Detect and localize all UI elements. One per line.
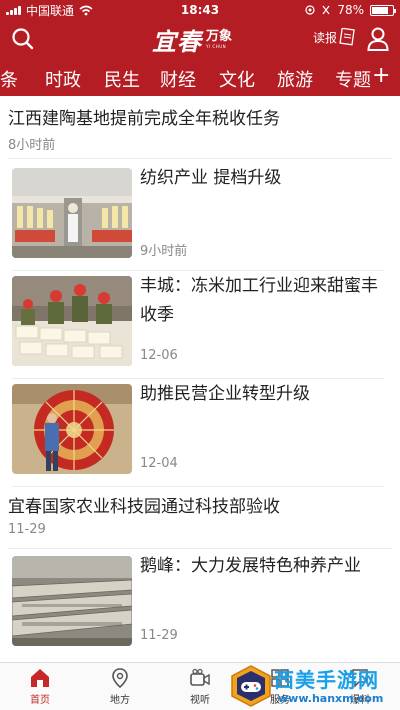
wifi-icon bbox=[79, 5, 93, 15]
clock: 18:43 bbox=[180, 3, 220, 17]
nav-home[interactable]: 首页 bbox=[10, 667, 70, 706]
red-machine-worker-image bbox=[12, 384, 132, 474]
news-item-card[interactable]: 助推民营企业转型升级 12-04 bbox=[0, 384, 400, 480]
news-date: 12-04 bbox=[140, 456, 178, 471]
news-item-card[interactable]: 丰城：冻米加工行业迎来甜蜜丰收季 12-06 bbox=[0, 276, 400, 372]
tab-livelihood[interactable]: 民生 bbox=[104, 66, 140, 92]
news-title: 丰城：冻米加工行业迎来甜蜜丰收季 bbox=[140, 276, 378, 325]
battery-percent: 78% bbox=[337, 3, 364, 17]
tab-travel[interactable]: 旅游 bbox=[277, 66, 313, 92]
status-left: 中国联通 bbox=[6, 2, 156, 19]
nav-media-label: 视听 bbox=[190, 695, 210, 706]
news-date: 11-29 bbox=[8, 522, 46, 537]
news-title: 宜春国家农业科技园通过科技部验收 bbox=[8, 497, 280, 517]
textile-factory-image bbox=[12, 168, 132, 258]
read-paper-button[interactable]: 读报 bbox=[313, 28, 355, 46]
signal-icon bbox=[6, 5, 21, 15]
nav-local[interactable]: 地方 bbox=[90, 667, 150, 706]
news-title: 纺织产业 提档升级 bbox=[140, 168, 282, 188]
channel-tabs: 头条 时政 民生 财经 文化 旅游 专题 + bbox=[0, 58, 400, 96]
watermark-title: 西美手游网 bbox=[274, 668, 379, 692]
status-right: 78% bbox=[244, 3, 396, 17]
news-item-text[interactable]: 江西建陶基地提前完成全年税收任务 8小时前 bbox=[0, 104, 400, 156]
tab-culture[interactable]: 文化 bbox=[219, 66, 255, 92]
rice-workers-image bbox=[12, 276, 132, 366]
news-item-card[interactable]: 鹅峰：大力发展特色种养产业 11-29 bbox=[0, 556, 400, 652]
tab-finance[interactable]: 财经 bbox=[160, 66, 196, 92]
logo-sub-text: 万象 bbox=[206, 28, 233, 44]
news-date: 9小时前 bbox=[140, 244, 188, 259]
app-screen: 中国联通 18:43 78% 宜春 万象 YI CHUN 读报 条 时政 民生 … bbox=[0, 0, 400, 710]
search-icon[interactable] bbox=[10, 26, 36, 52]
app-logo: 宜春 万象 YI CHUN bbox=[152, 23, 232, 56]
add-channel-button[interactable]: + bbox=[372, 63, 390, 88]
watermark-url: www.hanxm.com bbox=[278, 692, 384, 705]
divider bbox=[12, 486, 384, 487]
home-icon bbox=[31, 669, 49, 687]
silkworm-trays-image bbox=[12, 556, 132, 646]
read-paper-label: 读报 bbox=[313, 31, 338, 45]
news-title: 鹅峰：大力发展特色种养产业 bbox=[140, 556, 361, 576]
logo-main-text: 宜春 bbox=[152, 26, 202, 56]
news-date: 8小时前 bbox=[8, 138, 56, 153]
news-date: 11-29 bbox=[140, 628, 178, 643]
carrier-label: 中国联通 bbox=[26, 3, 75, 18]
location-arrow-icon bbox=[305, 5, 315, 15]
divider bbox=[12, 378, 384, 379]
status-bar: 中国联通 18:43 78% bbox=[0, 0, 400, 20]
logo-sub: 万象 YI CHUN bbox=[206, 30, 232, 49]
app-header: 宜春 万象 YI CHUN 读报 bbox=[0, 20, 400, 58]
newspaper-icon bbox=[339, 28, 355, 46]
nav-media[interactable]: 视听 bbox=[170, 667, 230, 706]
logo-sub-lettering: YI CHUN bbox=[206, 43, 227, 49]
news-feed: 江西建陶基地提前完成全年税收任务 8小时前 纺织产业 提档升级 9小时前 丰城：… bbox=[0, 96, 400, 662]
divider bbox=[12, 270, 384, 271]
nav-local-label: 地方 bbox=[110, 695, 130, 706]
alarm-icon bbox=[322, 5, 330, 15]
divider bbox=[8, 158, 392, 159]
battery-level bbox=[372, 6, 388, 14]
news-title: 助推民营企业转型升级 bbox=[140, 384, 310, 404]
news-title: 江西建陶基地提前完成全年税收任务 bbox=[8, 109, 280, 129]
site-watermark: 西美手游网 www.hanxm.com bbox=[228, 662, 398, 710]
gamepad-badge-icon bbox=[231, 665, 271, 707]
location-pin-icon bbox=[112, 668, 128, 689]
news-item-text[interactable]: 宜春国家农业科技园通过科技部验收 11-29 bbox=[0, 492, 400, 544]
tab-politics[interactable]: 时政 bbox=[45, 66, 81, 92]
tab-special[interactable]: 专题 bbox=[335, 66, 371, 92]
nav-home-label: 首页 bbox=[30, 695, 50, 706]
battery-icon bbox=[370, 4, 396, 16]
news-date: 12-06 bbox=[140, 348, 178, 363]
tab-headline[interactable]: 头条 bbox=[0, 66, 18, 92]
news-item-card[interactable]: 纺织产业 提档升级 9小时前 bbox=[0, 168, 400, 264]
video-camera-icon bbox=[190, 668, 210, 686]
user-icon[interactable] bbox=[366, 26, 390, 52]
divider bbox=[8, 548, 392, 549]
